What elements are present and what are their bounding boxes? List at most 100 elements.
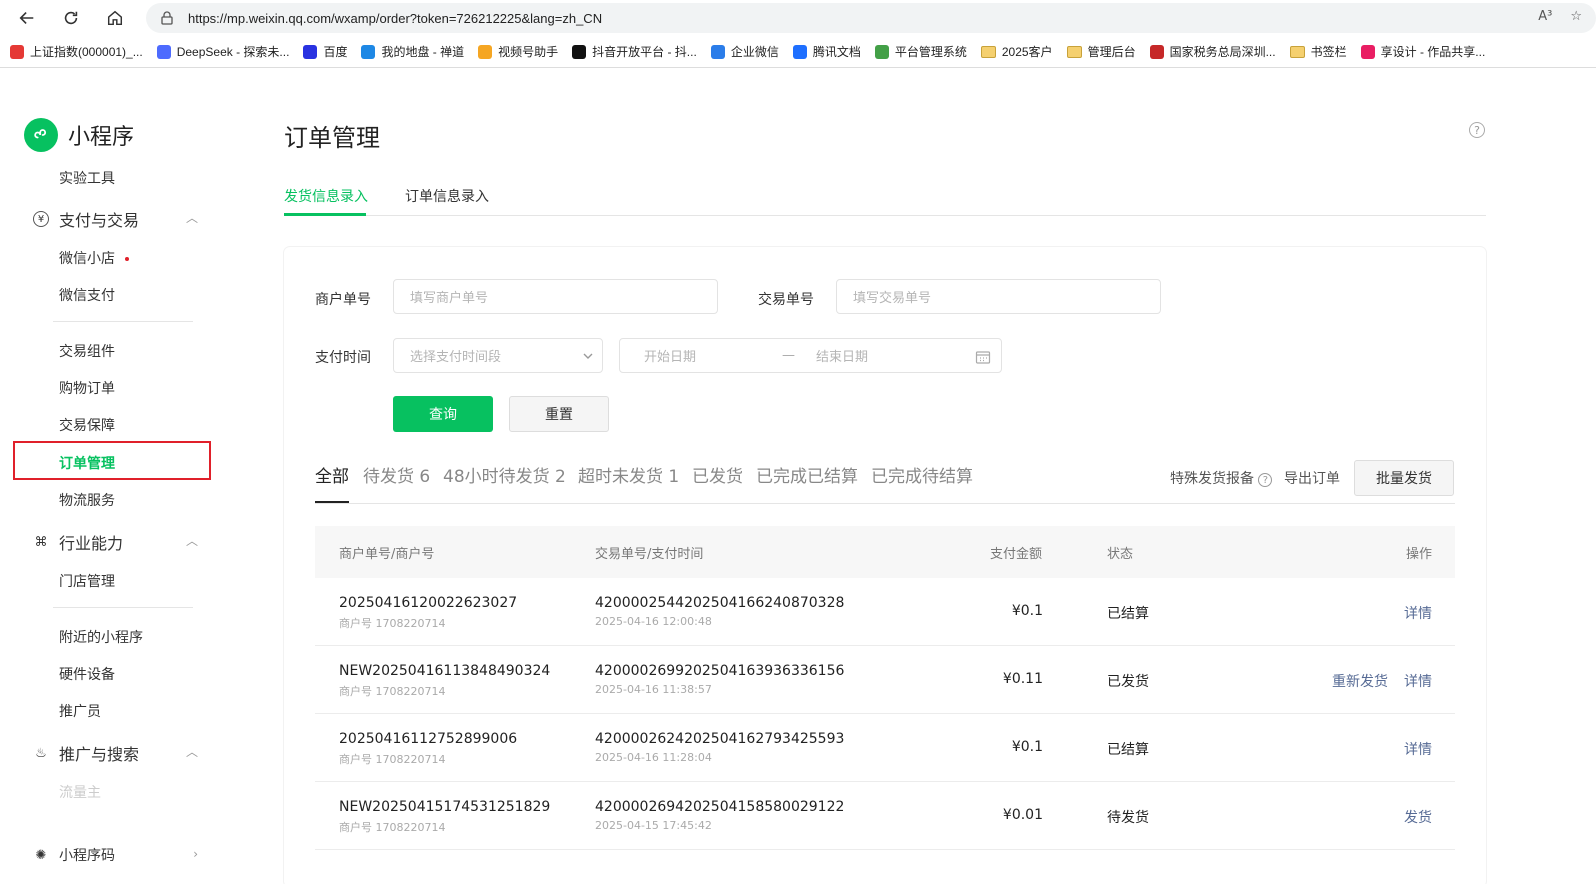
- export-orders-link[interactable]: 导出订单: [1284, 468, 1340, 488]
- status-tab-unsettled[interactable]: 已完成待结算: [871, 462, 973, 487]
- bookmark-item[interactable]: 腾讯文档: [792, 43, 861, 60]
- detail-link[interactable]: 详情: [1404, 671, 1432, 691]
- sidebar-group-label: 推广与搜索: [59, 745, 140, 764]
- detail-link[interactable]: 详情: [1404, 603, 1432, 623]
- pay-time-select[interactable]: 选择支付时间段: [393, 338, 603, 373]
- highlight-box: [13, 441, 211, 480]
- status-tab-all[interactable]: 全部: [315, 462, 349, 487]
- page-tabs: 发货信息录入 订单信息录入: [284, 183, 1486, 216]
- bookmark-label: 企业微信: [730, 45, 779, 59]
- tencent-docs-icon: [792, 44, 807, 59]
- refresh-icon[interactable]: [58, 5, 84, 31]
- end-date-input[interactable]: 结束日期: [816, 346, 868, 365]
- sidebar-item-nearby[interactable]: 附近的小程序: [59, 627, 143, 647]
- pay-time-select-value: 选择支付时间段: [410, 350, 502, 365]
- start-date-input[interactable]: 开始日期: [644, 346, 696, 365]
- bookmark-item[interactable]: 企业微信: [710, 43, 779, 60]
- table-row: NEW20250416113848490324 商户号 1708220714 4…: [315, 646, 1455, 714]
- pay-time: 2025-04-15 17:45:42: [595, 819, 712, 832]
- bookmark-item[interactable]: 书签栏: [1289, 43, 1347, 60]
- sidebar-item-store-manage[interactable]: 门店管理: [59, 571, 115, 591]
- back-icon[interactable]: [14, 5, 40, 31]
- date-range-picker[interactable]: 开始日期 — 结束日期: [619, 338, 1002, 373]
- sidebar-item-logistics[interactable]: 物流服务: [59, 490, 115, 510]
- trade-no: 4200002544202504166240870328: [595, 595, 845, 611]
- reship-link[interactable]: 重新发货: [1332, 671, 1388, 691]
- calendar-icon[interactable]: [975, 349, 991, 365]
- merchant-id: 商户号 1708220714: [339, 685, 446, 698]
- status: 待发货: [1107, 810, 1149, 826]
- th-status: 状态: [1107, 547, 1134, 562]
- home-icon[interactable]: [102, 5, 128, 31]
- chevron-up-icon[interactable]: ︿: [186, 209, 198, 226]
- bookmark-item[interactable]: 上证指数(000001)_...: [10, 43, 143, 60]
- bookmark-item[interactable]: DeepSeek - 探索未...: [156, 43, 290, 60]
- miniprogram-logo[interactable]: 小程序: [24, 118, 134, 152]
- sidebar-item-trade-guarantee[interactable]: 交易保障: [59, 415, 115, 435]
- ship-link[interactable]: 发货: [1404, 807, 1432, 827]
- amount: ¥0.01: [1002, 807, 1043, 823]
- sidebar-item-wx-shop[interactable]: 微信小店: [59, 248, 129, 268]
- status-tab-overdue[interactable]: 超时未发货 1: [578, 462, 679, 487]
- chevron-up-icon[interactable]: ︿: [186, 743, 198, 760]
- tab-shipping-info[interactable]: 发货信息录入: [284, 186, 368, 206]
- url-text: https://mp.weixin.qq.com/wxamp/order?tok…: [188, 10, 603, 26]
- bookmark-item[interactable]: 平台管理系统: [874, 43, 967, 60]
- table-row: 20250416120022623027 商户号 1708220714 4200…: [315, 578, 1455, 646]
- status-tab-shipped[interactable]: 已发货: [692, 462, 743, 487]
- detail-link[interactable]: 详情: [1404, 739, 1432, 759]
- sidebar-group-industry[interactable]: ⌘ 行业能力 ︿: [33, 530, 199, 554]
- bookmark-item[interactable]: 百度: [303, 43, 347, 60]
- sidebar-divider: [53, 321, 193, 322]
- bookmark-label: 抖音开放平台 - 抖...: [592, 45, 697, 59]
- th-trade: 交易单号/支付时间: [595, 547, 704, 562]
- tab-order-info[interactable]: 订单信息录入: [405, 186, 489, 206]
- sun-icon: ✺: [35, 847, 47, 863]
- bookmark-item[interactable]: 我的地盘 - 禅道: [361, 43, 464, 60]
- platform-icon: [874, 44, 889, 59]
- bookmark-item[interactable]: 享设计 - 作品共享...: [1360, 43, 1485, 60]
- bookmark-label: DeepSeek - 探索未...: [176, 45, 290, 59]
- merchant-no: NEW20250415174531251829: [339, 799, 551, 815]
- favorite-star-icon[interactable]: ☆: [1570, 9, 1582, 24]
- bookmark-item[interactable]: 视频号助手: [478, 43, 558, 60]
- help-circle-icon[interactable]: ?: [1258, 473, 1273, 487]
- bookmark-item[interactable]: 管理后台: [1066, 43, 1136, 60]
- douyin-icon: [572, 44, 587, 59]
- sidebar-group-pay[interactable]: ¥ 支付与交易 ︿: [33, 207, 198, 231]
- sidebar-item-wx-pay[interactable]: 微信支付: [59, 285, 115, 305]
- sidebar-item-lab-tools[interactable]: 实验工具: [59, 168, 115, 188]
- status-tab-48h[interactable]: 48小时待发货 2: [443, 462, 566, 487]
- sidebar-item-shopping-order[interactable]: 购物订单: [59, 378, 115, 398]
- status-tab-settled[interactable]: 已完成已结算: [756, 462, 858, 487]
- sidebar-item-traffic-owner[interactable]: 流量主: [59, 782, 101, 802]
- batch-ship-button[interactable]: 批量发货: [1354, 460, 1454, 496]
- special-ship-report-link[interactable]: 特殊发货报备 ?: [1170, 468, 1273, 488]
- sidebar-item-hardware[interactable]: 硬件设备: [59, 664, 115, 684]
- reset-button[interactable]: 重置: [509, 396, 609, 432]
- trade-no: 4200002699202504163936336156: [595, 663, 845, 679]
- pay-time-label: 支付时间: [315, 350, 371, 366]
- merchant-id: 商户号 1708220714: [339, 617, 446, 630]
- chevron-right-icon[interactable]: ›: [193, 847, 198, 861]
- status-tab-pending[interactable]: 待发货 6: [363, 462, 430, 487]
- query-button[interactable]: 查询: [393, 396, 493, 432]
- bookmark-label: 视频号助手: [498, 45, 559, 59]
- sidebar-item-trade-component[interactable]: 交易组件: [59, 341, 115, 361]
- merchant-no-label: 商户单号: [315, 292, 371, 308]
- folder-icon: [1066, 45, 1082, 58]
- merchant-no-input[interactable]: 填写商户单号: [393, 279, 718, 314]
- bookmark-item[interactable]: 2025客户: [980, 43, 1053, 60]
- sidebar-group-code[interactable]: ✺ 小程序码 ›: [33, 845, 198, 865]
- chevron-up-icon[interactable]: ︿: [186, 532, 198, 549]
- special-ship-report-label: 特殊发货报备: [1170, 471, 1254, 487]
- address-bar[interactable]: https://mp.weixin.qq.com/wxamp/order?tok…: [146, 3, 1596, 33]
- bookmark-item[interactable]: 抖音开放平台 - 抖...: [572, 43, 697, 60]
- sidebar-group-promo[interactable]: ♨ 推广与搜索 ︿: [33, 741, 198, 765]
- sidebar-item-promoter[interactable]: 推广员: [59, 701, 101, 721]
- read-aloud-icon[interactable]: A³: [1538, 9, 1552, 24]
- bookmark-label: 国家税务总局深圳...: [1169, 45, 1276, 59]
- help-icon[interactable]: ?: [1469, 122, 1485, 138]
- bookmark-item[interactable]: 国家税务总局深圳...: [1149, 43, 1276, 60]
- trade-no-input[interactable]: 填写交易单号: [836, 279, 1161, 314]
